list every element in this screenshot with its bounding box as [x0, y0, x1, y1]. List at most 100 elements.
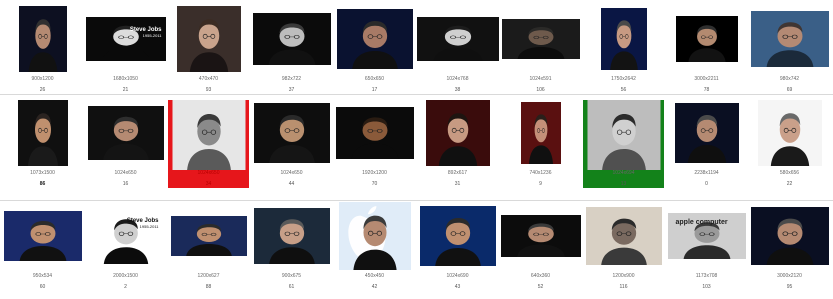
caption-years: 1955-2011 — [139, 224, 159, 229]
thumbnail-image[interactable]: Steve Jobs 1955-2011 — [88, 208, 163, 264]
image-tile[interactable]: 950x534 60 — [2, 203, 83, 299]
thumbnail-photo — [419, 206, 496, 266]
thumbnail-image[interactable] — [750, 207, 829, 265]
image-dimensions: 740x1236 — [529, 170, 552, 176]
usage-count: 2 — [124, 284, 127, 290]
usage-count: 70 — [371, 181, 378, 187]
image-tile[interactable]: 640x360 52 — [500, 203, 581, 299]
thumbnail-photo — [750, 11, 829, 67]
thumbnail-image[interactable]: Steve Jobs 1955-2011 — [85, 17, 166, 61]
thumbnail-image[interactable] — [176, 6, 241, 72]
image-tile[interactable]: 1024x690 43 — [417, 203, 498, 299]
image-dimensions: 2000x1500 — [113, 273, 138, 279]
thumbnail-photo — [600, 8, 647, 70]
image-tile[interactable]: 1750x2642 56 — [583, 6, 664, 102]
image-dimensions: 900x1200 — [31, 76, 54, 82]
thumbnail-photo — [520, 102, 561, 164]
image-tile[interactable]: 900x1200 26 — [2, 6, 83, 102]
image-tile[interactable]: Steve Jobs 1955-2011 1680x1050 21 — [85, 6, 166, 102]
image-tile[interactable]: 2238x1194 0 — [666, 100, 747, 196]
image-tile[interactable]: 650x650 17 — [334, 6, 415, 102]
thumbnail-image[interactable] — [501, 19, 580, 59]
image-tile[interactable]: 1024x591 106 — [500, 6, 581, 102]
image-tile[interactable]: apple computer 1173x708 103 — [666, 203, 747, 299]
usage-count: 0 — [705, 181, 708, 187]
thumbnail-image[interactable] — [87, 106, 164, 160]
image-dimensions: 3000x2211 — [694, 76, 719, 82]
thumbnail-image[interactable] — [253, 208, 330, 264]
thumbnail-image[interactable] — [520, 102, 561, 164]
thumbnail-image[interactable] — [3, 211, 82, 261]
image-dimensions: 1073x1500 — [30, 170, 55, 176]
usage-count: 42 — [371, 284, 378, 290]
thumbnail-photo — [587, 100, 660, 170]
image-tile[interactable]: 580x656 22 — [749, 100, 830, 196]
thumbnail-image[interactable] — [18, 6, 67, 72]
image-dimensions: 3000x2120 — [777, 273, 802, 279]
usage-count: 13 — [620, 181, 627, 187]
thumbnail-image[interactable] — [419, 206, 496, 266]
usage-count: 17 — [371, 87, 378, 93]
thumbnail-photo — [500, 215, 581, 257]
usage-count: 116 — [619, 284, 628, 290]
thumbnail-photo — [585, 207, 662, 265]
image-tile[interactable]: 1200x627 88 — [168, 203, 249, 299]
thumbnail-image[interactable] — [252, 13, 331, 65]
image-tile[interactable]: 1200x900 116 — [583, 203, 664, 299]
image-tile[interactable]: 3000x2211 78 — [666, 6, 747, 102]
thumbnail-image[interactable] — [425, 100, 490, 166]
thumbnail-image[interactable] — [172, 100, 245, 170]
thumbnail-image[interactable] — [587, 100, 660, 170]
usage-count: 43 — [454, 284, 461, 290]
thumbnail-caption: apple computer — [675, 219, 728, 226]
image-tile[interactable]: 1073x1500 86 — [2, 100, 83, 196]
thumbnail-image[interactable]: apple computer — [667, 213, 746, 259]
thumbnail-image[interactable] — [675, 16, 738, 62]
usage-count: 78 — [703, 87, 710, 93]
thumbnail-image[interactable] — [674, 103, 739, 163]
thumbnail-image[interactable] — [757, 100, 822, 166]
image-tile[interactable]: 1024x694 13 — [583, 100, 664, 196]
thumbnail-photo — [170, 216, 247, 256]
usage-count: 93 — [205, 87, 212, 93]
thumbnail-image[interactable] — [416, 17, 499, 61]
image-tile[interactable]: 980x742 69 — [749, 6, 830, 102]
thumbnail-image[interactable] — [17, 100, 68, 166]
usage-count: 88 — [205, 284, 212, 290]
image-tile[interactable]: 470x470 93 — [168, 6, 249, 102]
image-tile[interactable]: 450x450 42 — [334, 202, 415, 299]
thumbnail-image[interactable] — [338, 202, 411, 270]
thumbnail-image[interactable] — [585, 207, 662, 265]
image-tile[interactable]: 1024x768 38 — [416, 6, 499, 102]
image-tile[interactable]: 1920x1200 70 — [334, 100, 415, 196]
thumbnail-image[interactable] — [253, 103, 330, 163]
image-tile[interactable]: 892x617 31 — [417, 100, 498, 196]
usage-count: 21 — [122, 87, 129, 93]
image-tile[interactable]: Steve Jobs 1955-2011 2000x1500 2 — [85, 203, 166, 299]
thumbnail-photo — [336, 9, 413, 69]
usage-count: 95 — [786, 284, 793, 290]
thumbnail-image[interactable] — [336, 9, 413, 69]
thumbnail-image[interactable] — [500, 215, 581, 257]
row-divider — [0, 200, 833, 201]
caption-years: 1955-2011 — [142, 33, 162, 38]
thumbnail-photo — [501, 19, 580, 59]
thumbnail-photo — [416, 17, 499, 61]
image-tile[interactable]: 900x675 61 — [251, 203, 332, 299]
image-tile[interactable]: 3000x2120 95 — [749, 203, 830, 299]
thumbnail-image[interactable] — [170, 216, 247, 256]
image-dimensions: 1750x2642 — [611, 76, 636, 82]
usage-count: 31 — [454, 181, 461, 187]
thumbnail-photo — [87, 106, 164, 160]
image-tile[interactable]: 982x722 37 — [251, 6, 332, 102]
image-tile[interactable]: 1024x650 16 — [85, 100, 166, 196]
thumbnail-photo — [85, 17, 166, 61]
image-tile[interactable]: 740x1236 9 — [500, 100, 581, 196]
image-tile[interactable]: 1024x650 44 — [251, 100, 332, 196]
thumbnail-image[interactable] — [750, 11, 829, 67]
image-tile[interactable]: 1024x650 34 — [168, 100, 249, 196]
image-dimensions: 900x675 — [281, 273, 302, 279]
thumbnail-image[interactable] — [600, 8, 647, 70]
thumbnail-image[interactable] — [335, 107, 414, 159]
image-dimensions: 1024x650 — [197, 170, 220, 176]
